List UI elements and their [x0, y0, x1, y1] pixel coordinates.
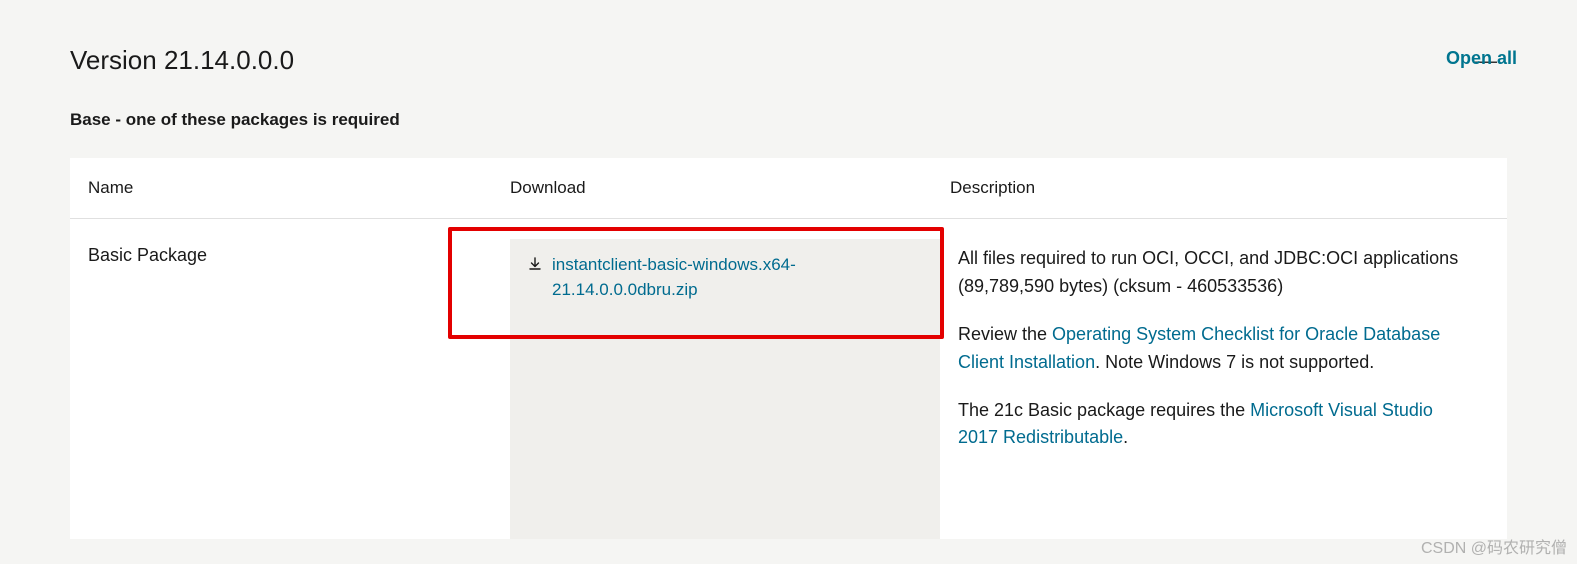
package-name: Basic Package — [70, 239, 510, 539]
text: Review the — [958, 324, 1052, 344]
watermark: CSDN @码农研究僧 — [1421, 534, 1567, 558]
table-row: Basic Package instantclient-basic-window… — [70, 219, 1507, 539]
package-description: All files required to run OCI, OCCI, and… — [940, 239, 1507, 539]
description-requires: The 21c Basic package requires the Micro… — [958, 397, 1477, 453]
download-cell: instantclient-basic-windows.x64-21.14.0.… — [510, 239, 940, 539]
description-text: All files required to run OCI, OCCI, and… — [958, 245, 1477, 273]
column-header-name: Name — [70, 178, 510, 198]
text: . — [1123, 427, 1128, 447]
version-title: Version 21.14.0.0.0 — [70, 45, 294, 76]
download-icon — [528, 257, 542, 276]
text: . Note Windows 7 is not supported. — [1095, 352, 1374, 372]
text: The 21c Basic package requires the — [958, 400, 1250, 420]
column-header-description: Description — [940, 178, 1507, 198]
column-header-download: Download — [510, 178, 940, 198]
description-meta: (89,789,590 bytes) (cksum - 460533536) — [958, 273, 1477, 301]
open-all-link[interactable]: Open all — [1446, 48, 1517, 69]
section-subtitle: Base - one of these packages is required — [70, 110, 1507, 130]
packages-table: Name Download Description Basic Package … — [70, 158, 1507, 539]
description-review: Review the Operating System Checklist fo… — [958, 321, 1477, 377]
table-header: Name Download Description — [70, 158, 1507, 219]
version-header-row: Version 21.14.0.0.0 — — [70, 45, 1507, 76]
download-link[interactable]: instantclient-basic-windows.x64-21.14.0.… — [552, 253, 920, 302]
